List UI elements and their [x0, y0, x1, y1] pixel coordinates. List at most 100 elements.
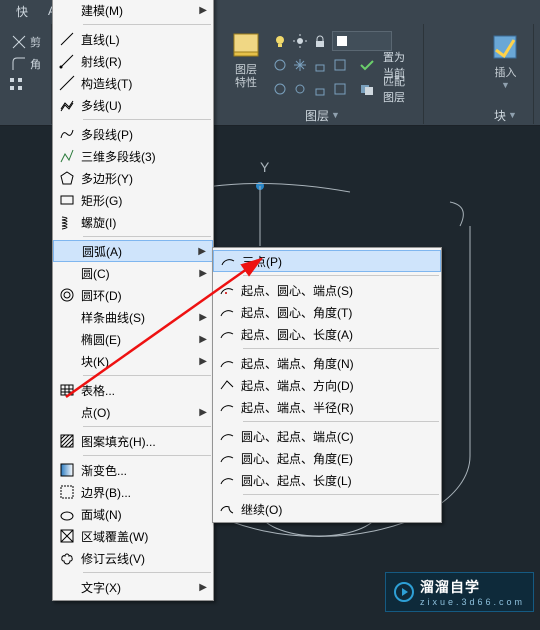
menu-ray[interactable]: 射线(R)	[53, 50, 213, 72]
layer-properties-label: 图层特性	[235, 64, 257, 90]
submenu-ser[interactable]: 起点、端点、半径(R)	[213, 396, 441, 418]
menu-wipeout[interactable]: 区域覆盖(W)	[53, 525, 213, 547]
menu-block[interactable]: 块(K)▶	[53, 350, 213, 372]
match-layer-icon	[359, 81, 375, 97]
trim-label: 剪	[30, 34, 41, 50]
pline3d-icon	[53, 148, 81, 164]
arc-sea-icon	[213, 355, 241, 371]
trim-icon	[11, 34, 27, 50]
menu-polygon[interactable]: 多边形(Y)	[53, 167, 213, 189]
gradient-icon	[53, 462, 81, 478]
submenu-sca[interactable]: 起点、圆心、角度(T)	[213, 301, 441, 323]
menu-spline[interactable]: 样条曲线(S)▶	[53, 306, 213, 328]
menu-point[interactable]: 点(O)▶	[53, 401, 213, 423]
arc-cont-icon	[213, 501, 241, 517]
menu-revcloud[interactable]: 修订云线(V)	[53, 547, 213, 569]
submenu-sed[interactable]: 起点、端点、方向(D)	[213, 374, 441, 396]
submenu-sea[interactable]: 起点、端点、角度(N)	[213, 352, 441, 374]
trim-button[interactable]: 剪	[4, 32, 48, 52]
wipeout-icon	[53, 528, 81, 544]
menu-modeling[interactable]: 建模(M)▶	[53, 0, 213, 21]
arc-csa-icon	[213, 450, 241, 466]
hatch-icon	[53, 433, 81, 449]
menu-circle[interactable]: 圆(C)▶	[53, 262, 213, 284]
insert-dropdown-icon[interactable]: ▼	[501, 80, 510, 90]
menu-gradient[interactable]: 渐变色...	[53, 459, 213, 481]
line-icon	[53, 31, 81, 47]
arc-sca-icon	[213, 304, 241, 320]
lock-icon[interactable]	[312, 33, 328, 49]
group-modify: 剪 角	[0, 24, 52, 124]
submenu-csl[interactable]: 圆心、起点、长度(L)	[213, 469, 441, 491]
tab-quick[interactable]: 快	[6, 1, 38, 22]
arc-sce-icon	[213, 282, 241, 298]
menu-boundary[interactable]: 边界(B)...	[53, 481, 213, 503]
axis-y-label: Y	[260, 159, 270, 175]
helix-icon	[53, 214, 81, 230]
menu-donut[interactable]: 圆环(D)	[53, 284, 213, 306]
submenu-csa[interactable]: 圆心、起点、角度(E)	[213, 447, 441, 469]
table-icon	[53, 382, 81, 398]
rect-icon	[53, 192, 81, 208]
arc-cse-icon	[213, 428, 241, 444]
menu-pline[interactable]: 多段线(P)	[53, 123, 213, 145]
insert-label: 插入	[495, 64, 517, 80]
arc-ser-icon	[213, 399, 241, 415]
submenu-continue[interactable]: 继续(O)	[213, 498, 441, 520]
menu-hatch[interactable]: 图案填充(H)...	[53, 430, 213, 452]
menu-line[interactable]: 直线(L)	[53, 28, 213, 50]
pline-icon	[53, 126, 81, 142]
layer-unlock-icon[interactable]	[312, 81, 328, 97]
group-layers: 图层特性 置为当前	[222, 24, 424, 124]
menu-mline[interactable]: 多线(U)	[53, 94, 213, 116]
submenu-sce[interactable]: 起点、圆心、端点(S)	[213, 279, 441, 301]
layer-color-swatch[interactable]	[332, 31, 392, 51]
draw-context-menu: 建模(M)▶ 直线(L) 射线(R) 构造线(T) 多线(U) 多段线(P) 三…	[52, 0, 214, 601]
menu-text[interactable]: 文字(X)▶	[53, 576, 213, 598]
submenu-3points[interactable]: 三点(P)	[213, 250, 441, 272]
layer-freeze-icon[interactable]	[292, 57, 308, 73]
ray-icon	[53, 53, 81, 69]
arc-csl-icon	[213, 472, 241, 488]
menu-helix[interactable]: 螺旋(I)	[53, 211, 213, 233]
layer-thaw-icon[interactable]	[292, 81, 308, 97]
match-layer-label: 匹配图层	[378, 73, 410, 105]
menu-region[interactable]: 面域(N)	[53, 503, 213, 525]
play-icon	[394, 582, 414, 602]
watermark-title: 溜溜自学	[420, 579, 480, 595]
polygon-icon	[53, 170, 81, 186]
menu-ellipse[interactable]: 椭圆(E)▶	[53, 328, 213, 350]
set-current-icon	[359, 57, 375, 73]
submenu-cse[interactable]: 圆心、起点、端点(C)	[213, 425, 441, 447]
menu-rect[interactable]: 矩形(G)	[53, 189, 213, 211]
layer-iso-icon[interactable]	[332, 57, 348, 73]
sun-icon[interactable]	[292, 33, 308, 49]
arc-scl-icon	[213, 326, 241, 342]
layer-properties-icon[interactable]	[230, 32, 262, 64]
group-insert: 插入 ▼ 块 ▼	[478, 24, 534, 124]
chevron-down-icon[interactable]: ▼	[331, 110, 340, 120]
group-layers-label: 图层	[305, 107, 329, 124]
arc-submenu: 三点(P) 起点、圆心、端点(S) 起点、圆心、角度(T) 起点、圆心、长度(A…	[212, 247, 442, 523]
fillet-label: 角	[30, 56, 41, 72]
menu-arc[interactable]: 圆弧(A)▶	[53, 240, 213, 262]
array-icon[interactable]	[8, 76, 24, 92]
chevron-down-icon[interactable]: ▼	[508, 110, 517, 120]
donut-icon	[53, 287, 81, 303]
xline-icon	[53, 75, 81, 91]
layer-on-icon[interactable]	[272, 81, 288, 97]
menu-xline[interactable]: 构造线(T)	[53, 72, 213, 94]
insert-block-icon[interactable]	[490, 32, 522, 64]
layer-prev-icon[interactable]	[332, 81, 348, 97]
fillet-icon	[11, 56, 27, 72]
submenu-scl[interactable]: 起点、圆心、长度(A)	[213, 323, 441, 345]
layer-lock2-icon[interactable]	[312, 57, 328, 73]
menu-pline3d[interactable]: 三维多段线(3)	[53, 145, 213, 167]
layer-off-icon[interactable]	[272, 57, 288, 73]
bulb-icon[interactable]	[272, 33, 288, 49]
menu-table[interactable]: 表格...	[53, 379, 213, 401]
match-layer-button[interactable]: 匹配图层	[352, 79, 417, 99]
fillet-button[interactable]: 角	[4, 54, 48, 74]
set-current-button[interactable]: 置为当前	[352, 55, 417, 75]
watermark: 溜溜自学 zixue.3d66.com	[385, 572, 534, 612]
